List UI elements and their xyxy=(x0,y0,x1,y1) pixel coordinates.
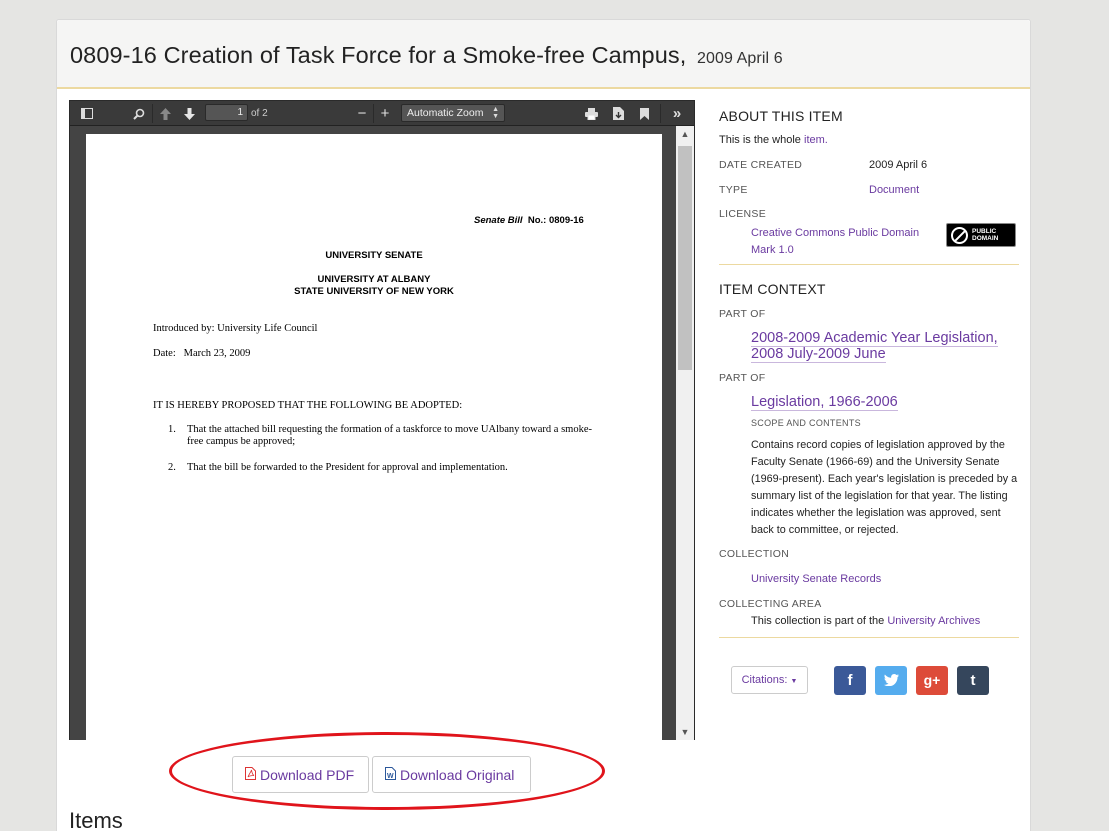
bill-number: Senate Bill No.: 0809-16 xyxy=(474,215,584,226)
zoom-out-icon[interactable]: − xyxy=(354,105,370,122)
collecting-area-label: COLLECTING AREA xyxy=(719,598,822,610)
citations-dropdown[interactable]: Citations: ▼ xyxy=(731,666,808,694)
type-label: TYPE xyxy=(719,184,748,196)
license-link[interactable]: Creative Commons Public Domain Mark 1.0 xyxy=(751,225,919,259)
pdf-scrollbar[interactable]: ▲ ▼ xyxy=(676,126,694,740)
twitter-share-button[interactable] xyxy=(875,666,907,695)
scope-label: SCOPE AND CONTENTS xyxy=(751,418,861,428)
scrollbar-thumb[interactable] xyxy=(678,146,692,370)
collecting-area-text: This collection is part of the Universit… xyxy=(751,615,981,627)
pdf-file-icon xyxy=(245,766,256,783)
page-count: of 2 xyxy=(251,108,268,119)
tumblr-icon: t xyxy=(970,672,976,689)
doc-date: Date: March 23, 2009 xyxy=(153,348,251,359)
download-original-label: Download Original xyxy=(400,766,515,783)
doc-list-item: 2. That the bill be forwarded to the Pres… xyxy=(168,462,508,473)
select-arrows-icon: ▲ ▼ xyxy=(492,106,499,120)
about-title: ABOUT THIS ITEM xyxy=(719,108,843,124)
whole-item-link[interactable]: item. xyxy=(804,134,828,146)
facebook-icon: f xyxy=(847,672,853,689)
collection-label: COLLECTION xyxy=(719,548,790,560)
download-icon[interactable] xyxy=(609,105,627,122)
license-label: LICENSE xyxy=(719,208,767,220)
previous-page-icon[interactable] xyxy=(157,105,173,122)
doc-suny-heading: STATE UNIVERSITY OF NEW YORK xyxy=(294,286,454,297)
divider xyxy=(719,637,1019,638)
doc-proposal: IT IS HEREBY PROPOSED THAT THE FOLLOWING… xyxy=(153,400,463,411)
type-link[interactable]: Document xyxy=(869,184,919,196)
scroll-down-icon[interactable]: ▼ xyxy=(676,724,694,740)
public-domain-icon xyxy=(951,226,968,244)
doc-introduced: Introduced by: University Life Council xyxy=(153,323,318,334)
next-page-icon[interactable] xyxy=(181,105,197,122)
university-archives-link[interactable]: University Archives xyxy=(887,615,980,627)
pdf-viewer: 1 of 2 − + Automatic Zoom ▲ ▼ » Senate Bil… xyxy=(69,100,695,740)
tools-icon[interactable]: » xyxy=(668,105,686,122)
page-number-input[interactable]: 1 xyxy=(205,104,248,121)
title-date: 2009 April 6 xyxy=(697,50,783,67)
pdf-canvas-area[interactable]: Senate Bill No.: 0809-16 UNIVERSITY SENA… xyxy=(70,126,676,740)
google-plus-icon: g+ xyxy=(923,672,941,688)
download-pdf-button[interactable]: Download PDF xyxy=(232,756,369,793)
caret-down-icon: ▼ xyxy=(790,678,798,685)
sidebar-toggle-icon[interactable] xyxy=(78,105,96,122)
google-plus-share-button[interactable]: g+ xyxy=(916,666,948,695)
twitter-icon xyxy=(883,673,899,690)
bookmark-icon[interactable] xyxy=(636,105,652,122)
doc-list-item: 1. That the attached bill requesting the … xyxy=(168,424,592,447)
items-heading: Items xyxy=(69,808,123,831)
page-title: 0809-16 Creation of Task Force for a Smo… xyxy=(70,42,783,68)
part-of-label-2: PART OF xyxy=(719,372,766,384)
collection-link[interactable]: University Senate Records xyxy=(751,573,881,585)
context-title: ITEM CONTEXT xyxy=(719,281,826,297)
doc-senate-heading: UNIVERSITY SENATE xyxy=(325,250,423,261)
pdf-toolbar: 1 of 2 − + Automatic Zoom ▲ ▼ » xyxy=(70,101,694,126)
scope-text: Contains record copies of legislation ap… xyxy=(751,439,1018,536)
tumblr-share-button[interactable]: t xyxy=(957,666,989,695)
part-of-link-legislation[interactable]: Legislation, 1966-2006 xyxy=(751,394,898,411)
facebook-share-button[interactable]: f xyxy=(834,666,866,695)
public-domain-badge[interactable]: PUBLIC DOMAIN xyxy=(946,223,1016,247)
part-of-link-academic-year[interactable]: 2008-2009 Academic Year Legislation, xyxy=(751,330,998,347)
svg-text:W: W xyxy=(387,773,394,780)
date-created-value: 2009 April 6 xyxy=(869,159,928,171)
part-of-label: PART OF xyxy=(719,308,766,320)
divider xyxy=(719,264,1019,265)
scroll-up-icon[interactable]: ▲ xyxy=(676,126,694,142)
download-original-button[interactable]: W Download Original xyxy=(372,756,531,793)
print-icon[interactable] xyxy=(582,105,600,122)
pdf-page: Senate Bill No.: 0809-16 UNIVERSITY SENA… xyxy=(86,134,662,740)
word-file-icon: W xyxy=(385,766,396,783)
zoom-select[interactable]: Automatic Zoom ▲ ▼ xyxy=(401,104,505,122)
part-of-link-academic-year-range[interactable]: 2008 July-2009 June xyxy=(751,346,886,363)
download-pdf-label: Download PDF xyxy=(260,766,355,783)
date-created-label: DATE CREATED xyxy=(719,159,803,171)
search-icon[interactable] xyxy=(130,105,148,122)
item-header: 0809-16 Creation of Task Force for a Smo… xyxy=(57,20,1030,89)
zoom-in-icon[interactable]: + xyxy=(377,105,393,122)
whole-item-text: This is the whole item. xyxy=(719,134,828,146)
doc-university-heading: UNIVERSITY AT ALBANY xyxy=(317,274,431,285)
